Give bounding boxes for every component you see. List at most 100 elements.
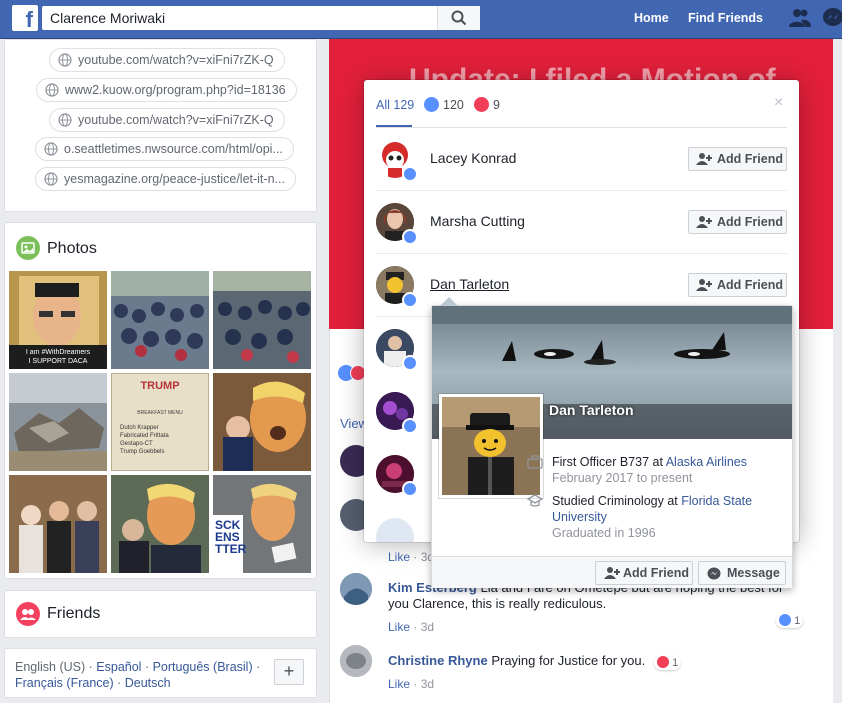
add-friend-label: Add Friend	[717, 278, 783, 292]
link-text: youtube.com/watch?v=xiFni7rZK-Q	[78, 53, 274, 67]
photo-caption: Fabricated Frittata	[120, 433, 169, 439]
comment-reaction-count[interactable]: 1	[776, 613, 804, 628]
search-button[interactable]	[437, 6, 480, 30]
hovercard-message-button[interactable]: Message	[698, 561, 786, 585]
messenger-icon	[707, 567, 721, 580]
add-language-button[interactable]: +	[274, 659, 304, 685]
avatar[interactable]	[340, 645, 372, 677]
add-friend-button[interactable]: Add Friend	[688, 273, 787, 297]
comment-text: Praying for Justice for you.	[491, 653, 646, 668]
messenger-icon[interactable]	[822, 8, 842, 28]
person-name[interactable]: Marsha Cutting	[430, 213, 525, 229]
language-link[interactable]: Français (France)	[15, 676, 114, 690]
avatar[interactable]	[376, 518, 414, 542]
like-icon	[779, 614, 791, 626]
add-friend-label: Add Friend	[717, 215, 783, 229]
like-badge-icon	[402, 418, 418, 434]
photo-thumbnail[interactable]: I am #WithDreamers I SUPPORT DACA	[9, 271, 107, 369]
link-chip[interactable]: yesmagazine.org/peace-justice/let-it-n..…	[35, 167, 296, 191]
tab-like[interactable]: 120	[424, 97, 464, 112]
photos-card: Photos I am #WithDreamers I SUPPORT DACA…	[4, 222, 317, 579]
language-link[interactable]: Deutsch	[125, 676, 171, 690]
friends-title[interactable]: Friends	[47, 605, 100, 623]
photo-caption: Trump Goebbels	[120, 449, 165, 455]
search-box	[42, 6, 480, 30]
education-info: Studied Criminology at Florida State Uni…	[527, 493, 787, 541]
photo-thumbnail[interactable]	[111, 271, 209, 369]
person-name[interactable]: Lacey Konrad	[430, 150, 516, 166]
photo-thumbnail[interactable]	[9, 475, 107, 573]
photo-thumbnail[interactable]	[213, 373, 311, 471]
photo-caption: Dutch Krapper	[120, 425, 159, 431]
add-friend-label: Add Friend	[717, 152, 783, 166]
link-chip[interactable]: youtube.com/watch?v=xiFni7rZK-Q	[49, 108, 285, 132]
like-badge-icon	[402, 229, 418, 245]
nav-find-friends-link[interactable]: Find Friends	[688, 11, 763, 25]
link-chip[interactable]: youtube.com/watch?v=xiFni7rZK-Q	[49, 48, 285, 72]
search-icon	[451, 10, 467, 26]
language-current: English (US)	[15, 660, 86, 674]
link-chip[interactable]: www2.kuow.org/program.php?id=18136	[36, 78, 297, 102]
work-title: First Officer B737 at	[552, 455, 666, 469]
education-prefix: Studied Criminology at	[552, 494, 682, 508]
friend-requests-icon[interactable]	[788, 8, 812, 28]
language-links: English (US) · Español · Português (Bras…	[15, 660, 261, 690]
comment-time[interactable]: 3d	[421, 677, 434, 691]
photo-thumbnail[interactable]: SCK ENS TTER	[213, 475, 311, 573]
nav-home-link[interactable]: Home	[634, 11, 669, 25]
link-text: www2.kuow.org/program.php?id=18136	[65, 83, 286, 97]
work-info: First Officer B737 at Alaska Airlines Fe…	[527, 454, 787, 486]
hovercard-add-friend-button[interactable]: Add Friend	[595, 561, 693, 585]
add-friend-label: Add Friend	[623, 566, 689, 580]
like-link[interactable]: Like	[388, 550, 410, 564]
person-name[interactable]: Dan Tarleton	[430, 276, 509, 292]
briefcase-icon	[527, 455, 543, 469]
comment-author[interactable]: Christine Rhyne	[388, 653, 488, 668]
tab-all[interactable]: All 129	[376, 98, 414, 112]
globe-icon	[58, 53, 72, 67]
photo-caption: Gestapo-CT	[120, 441, 153, 447]
love-icon	[474, 97, 489, 112]
photo-thumbnail[interactable]	[9, 373, 107, 471]
message-label: Message	[727, 566, 780, 580]
comment-time[interactable]: 3d	[421, 620, 434, 634]
reaction-person-row: Marsha Cutting Add Friend	[376, 191, 787, 254]
avatar[interactable]	[340, 573, 372, 605]
language-link[interactable]: Português (Brasil)	[153, 660, 253, 674]
tab-love[interactable]: 9	[474, 97, 500, 112]
profile-picture[interactable]	[439, 394, 543, 498]
photo-thumbnail[interactable]: TRUMP BREAKFAST MENU Dutch Krapper Fabri…	[111, 373, 209, 471]
globe-icon	[45, 83, 59, 97]
add-friend-button[interactable]: Add Friend	[688, 210, 787, 234]
hovercard-name[interactable]: Dan Tarleton	[549, 402, 634, 418]
photo-thumbnail[interactable]	[213, 271, 311, 369]
photo-thumbnail[interactable]	[111, 475, 209, 573]
search-input[interactable]	[42, 6, 437, 30]
like-link[interactable]: Like	[388, 620, 410, 634]
like-link[interactable]: Like	[388, 677, 410, 691]
love-icon	[657, 656, 669, 668]
like-badge-icon	[402, 355, 418, 371]
language-link[interactable]: Español	[96, 660, 141, 674]
tab-love-count: 9	[493, 98, 500, 112]
work-company-link[interactable]: Alaska Airlines	[666, 455, 747, 469]
work-dates: February 2017 to present	[552, 471, 693, 485]
add-friend-button[interactable]: Add Friend	[688, 147, 787, 171]
comment-like-row: Like · 3d	[388, 677, 435, 691]
friends-icon	[16, 602, 40, 626]
facebook-logo-icon[interactable]: f	[12, 5, 38, 31]
add-friend-icon	[696, 279, 712, 291]
comment-reaction-count[interactable]: 1	[654, 655, 682, 670]
tab-like-count: 120	[443, 98, 464, 112]
close-icon[interactable]: ×	[774, 94, 783, 112]
link-text: yesmagazine.org/peace-justice/let-it-n..…	[64, 172, 285, 186]
photo-caption: I am #WithDreamers	[25, 349, 91, 356]
comment-like-row: Like · 3d	[388, 550, 435, 564]
hovercard-footer: Add Friend Message	[432, 556, 792, 588]
photos-title[interactable]: Photos	[47, 240, 97, 258]
profile-hovercard: Dan Tarleton First Officer B737 at Alask…	[431, 297, 793, 588]
photo-caption: TTER	[215, 542, 247, 556]
link-chip[interactable]: o.seattletimes.nwsource.com/html/opi...	[35, 137, 294, 161]
add-friend-icon	[696, 153, 712, 165]
photo-caption: BREAKFAST MENU	[137, 410, 183, 416]
